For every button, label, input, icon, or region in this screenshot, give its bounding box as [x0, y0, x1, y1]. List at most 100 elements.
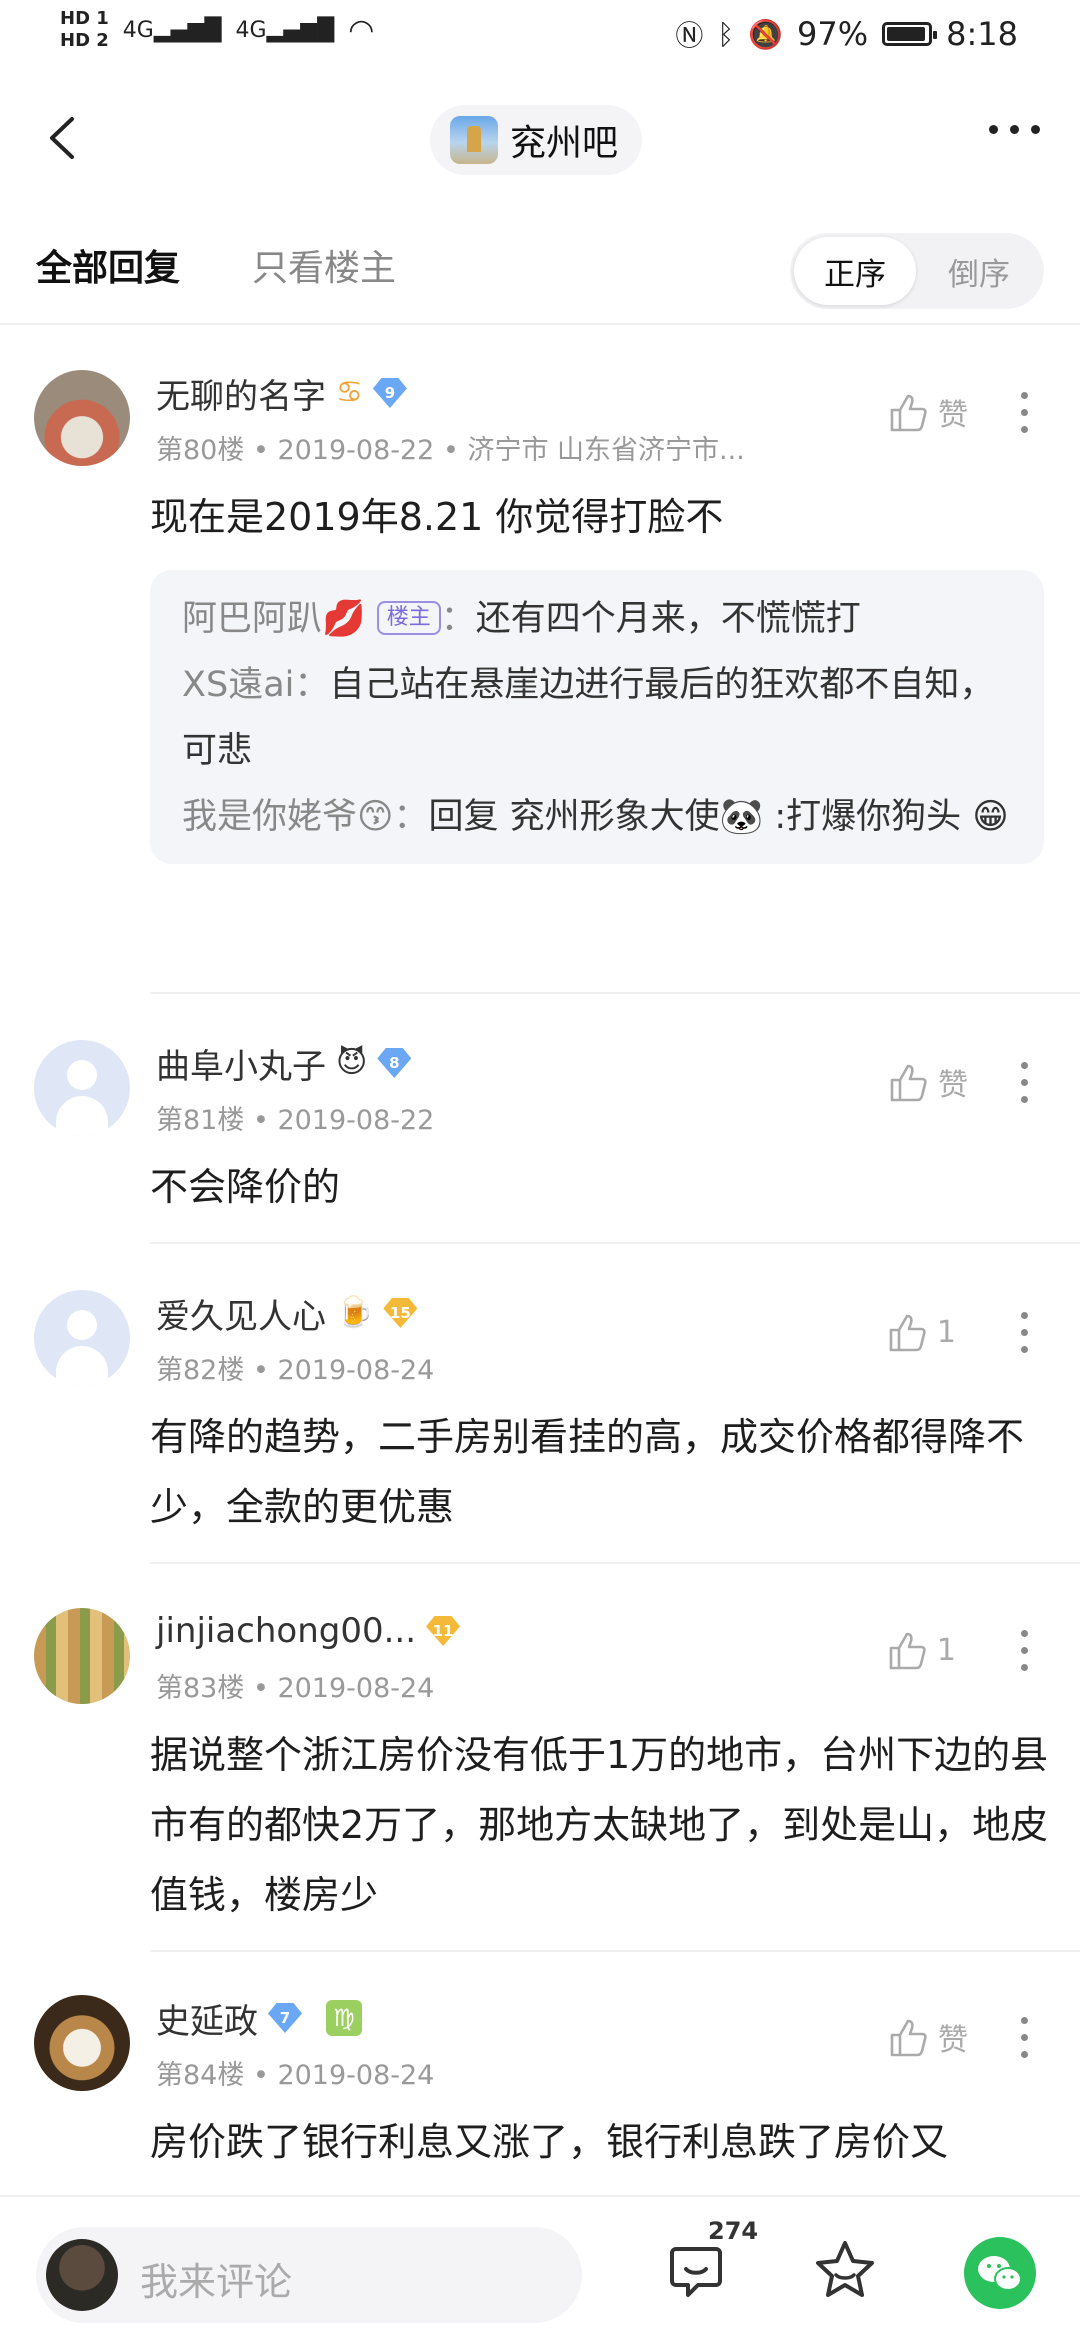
mute-icon: 🔕 [748, 17, 784, 51]
post-content: 不会降价的 [150, 1165, 341, 1209]
sub-reply-author[interactable]: 阿巴阿趴💋 [182, 599, 366, 639]
more-options-icon[interactable] [989, 125, 1040, 134]
level-badge: 9 [372, 378, 407, 408]
status-bar: HD 1 HD 2 4G▂▄▆█ 4G▂▄▆█ ◠ Ⓝ ᛒ 🔕 97% 8:18 [0, 0, 1080, 80]
beer-emoji-icon: 🍺 [336, 1295, 374, 1330]
avatar[interactable] [34, 1995, 130, 2091]
forum-pill[interactable]: 兖州吧 [430, 105, 643, 175]
wifi-icon: ◠ [348, 12, 375, 48]
wechat-share-icon[interactable] [964, 2237, 1036, 2309]
clock: 8:18 [946, 15, 1018, 53]
thumbs-up-icon [890, 1064, 927, 1102]
like-button[interactable]: 1 [885, 1628, 956, 1672]
post-meta: 第81楼 • 2019-08-22 [156, 1105, 435, 1136]
divider [150, 1562, 1080, 1564]
post-meta: 第82楼 • 2019-08-24 [156, 1355, 435, 1386]
reply-count: 274 [708, 2217, 759, 2245]
bluetooth-icon: ᛒ [717, 17, 735, 51]
username[interactable]: 无聊的名字 [156, 369, 326, 418]
divider [150, 1950, 1080, 1952]
level-badge: 11 [426, 1616, 461, 1646]
thumbs-up-icon [890, 394, 927, 432]
sub-reply: 我是你姥爷😙：回复 兖州形象大使🐼 :打爆你狗头 😁 [182, 784, 1012, 850]
my-avatar[interactable] [46, 2239, 118, 2311]
devil-emoji-icon: 😈 [336, 1045, 368, 1080]
nav-bar: 兖州吧 [0, 95, 1080, 185]
post-content: 现在是2019年8.21 你觉得打脸不 [150, 495, 724, 539]
sub-replies[interactable]: 阿巴阿趴💋 楼主 ：还有四个月来，不慌慌打 XS遠ai：自己站在悬崖边进行最后的狂… [150, 570, 1044, 864]
level-badge: 15 [383, 1298, 418, 1328]
sub-reply-author[interactable]: XS遠ai [182, 665, 294, 705]
post-menu-icon[interactable] [1021, 1312, 1028, 1353]
username-row: 爱久见人心 🍺 15 [156, 1289, 418, 1338]
like-button[interactable]: 赞 [886, 2015, 968, 2059]
post-meta: 第80楼 • 2019-08-22 • 济宁市 山东省济宁市... [156, 435, 745, 466]
like-label: 赞 [938, 398, 968, 433]
post-menu-icon[interactable] [1021, 1062, 1028, 1103]
username-row: jinjiachong00... 11 [156, 1608, 461, 1654]
status-left: HD 1 HD 2 4G▂▄▆█ 4G▂▄▆█ ◠ [60, 8, 374, 52]
signal2-icon: 4G▂▄▆█ [235, 17, 335, 43]
network1-label: 4G [122, 17, 154, 43]
post-menu-icon[interactable] [1021, 1630, 1028, 1671]
reply-icon[interactable] [664, 2239, 728, 2303]
owner-tag: 楼主 [376, 601, 441, 635]
post-menu-icon[interactable] [1021, 392, 1028, 433]
wechat-logo-icon [978, 2256, 1022, 2291]
sort-toggle: 正序 倒序 [790, 233, 1044, 309]
username[interactable]: 爱久见人心 [156, 1289, 326, 1338]
like-button[interactable]: 1 [885, 1310, 956, 1354]
back-icon[interactable] [40, 113, 90, 163]
favorite-star-icon[interactable] [812, 2237, 878, 2303]
sub-reply-author[interactable]: 我是你姥爷😙 [182, 797, 394, 837]
sub-reply-sep: ： [294, 665, 330, 705]
sort-asc-button[interactable]: 正序 [794, 237, 916, 305]
username[interactable]: jinjiachong00... [156, 1611, 416, 1651]
like-button[interactable]: 赞 [886, 1060, 968, 1104]
post-content: 房价跌了银行利息又涨了，银行利息跌了房价又 [150, 2120, 949, 2164]
signal1-icon: 4G▂▄▆█ [122, 17, 222, 43]
post-meta: 第83楼 • 2019-08-24 [156, 1673, 435, 1704]
like-count: 1 [936, 1632, 956, 1668]
avatar[interactable] [34, 1608, 130, 1704]
sub-reply-sep: ： [440, 599, 476, 639]
like-label: 赞 [938, 2023, 968, 2058]
avatar[interactable] [34, 1040, 130, 1136]
username[interactable]: 史延政 [156, 1994, 258, 2043]
like-count: 1 [936, 1314, 956, 1350]
post-menu-icon[interactable] [1021, 2017, 1028, 2058]
post-content: 有降的趋势，二手房别看挂的高，成交价格都得降不少，全款的更优惠 [150, 1415, 1025, 1529]
thumbs-up-icon [889, 1314, 926, 1352]
sub-reply-sep: ： [393, 797, 429, 837]
thumbs-up-icon [889, 1632, 926, 1670]
username-row: 曲阜小丸子 😈 8 [156, 1039, 412, 1088]
post-meta: 第84楼 • 2019-08-24 [156, 2060, 435, 2091]
username[interactable]: 曲阜小丸子 [156, 1039, 326, 1088]
hd1-indicator: HD 1 [60, 8, 109, 29]
divider [150, 992, 1080, 994]
hd-indicators: HD 1 HD 2 [60, 8, 109, 52]
avatar[interactable] [34, 370, 130, 466]
sort-desc-button[interactable]: 倒序 [918, 237, 1040, 305]
like-label: 赞 [938, 1068, 968, 1103]
battery-percent: 97% [797, 15, 869, 53]
sub-reply: XS遠ai：自己站在悬崖边进行最后的狂欢都不自知，可悲 [182, 652, 1012, 784]
sub-reply-text: 回复 兖州形象大使🐼 :打爆你狗头 😁 [428, 797, 1009, 837]
forum-name: 兖州吧 [510, 123, 619, 164]
username-row: 无聊的名字 ♋ 9 [156, 369, 407, 418]
status-right: Ⓝ ᛒ 🔕 97% 8:18 [675, 14, 1018, 54]
post-content: 据说整个浙江房价没有低于1万的地市，台州下边的县市有的都快2万了，那地方太缺地了… [150, 1733, 1049, 1917]
avatar[interactable] [34, 1290, 130, 1386]
cancer-zodiac-icon: ♋ [336, 375, 363, 410]
network2-label: 4G [235, 17, 267, 43]
sub-reply-text: 还有四个月来，不慌慌打 [475, 599, 861, 639]
level-badge: 7 [268, 2003, 302, 2033]
username-row: 史延政 7 ♍ [156, 1994, 362, 2043]
tab-owner-only[interactable]: 只看楼主 [252, 239, 396, 291]
battery-icon [882, 22, 938, 46]
comment-placeholder: 我来评论 [140, 2260, 293, 2304]
like-button[interactable]: 赞 [886, 390, 968, 434]
virgo-zodiac-icon: ♍ [326, 2000, 362, 2036]
tab-all-replies[interactable]: 全部回复 [36, 239, 180, 291]
bottom-bar: 我来评论 274 [0, 2195, 1080, 2340]
